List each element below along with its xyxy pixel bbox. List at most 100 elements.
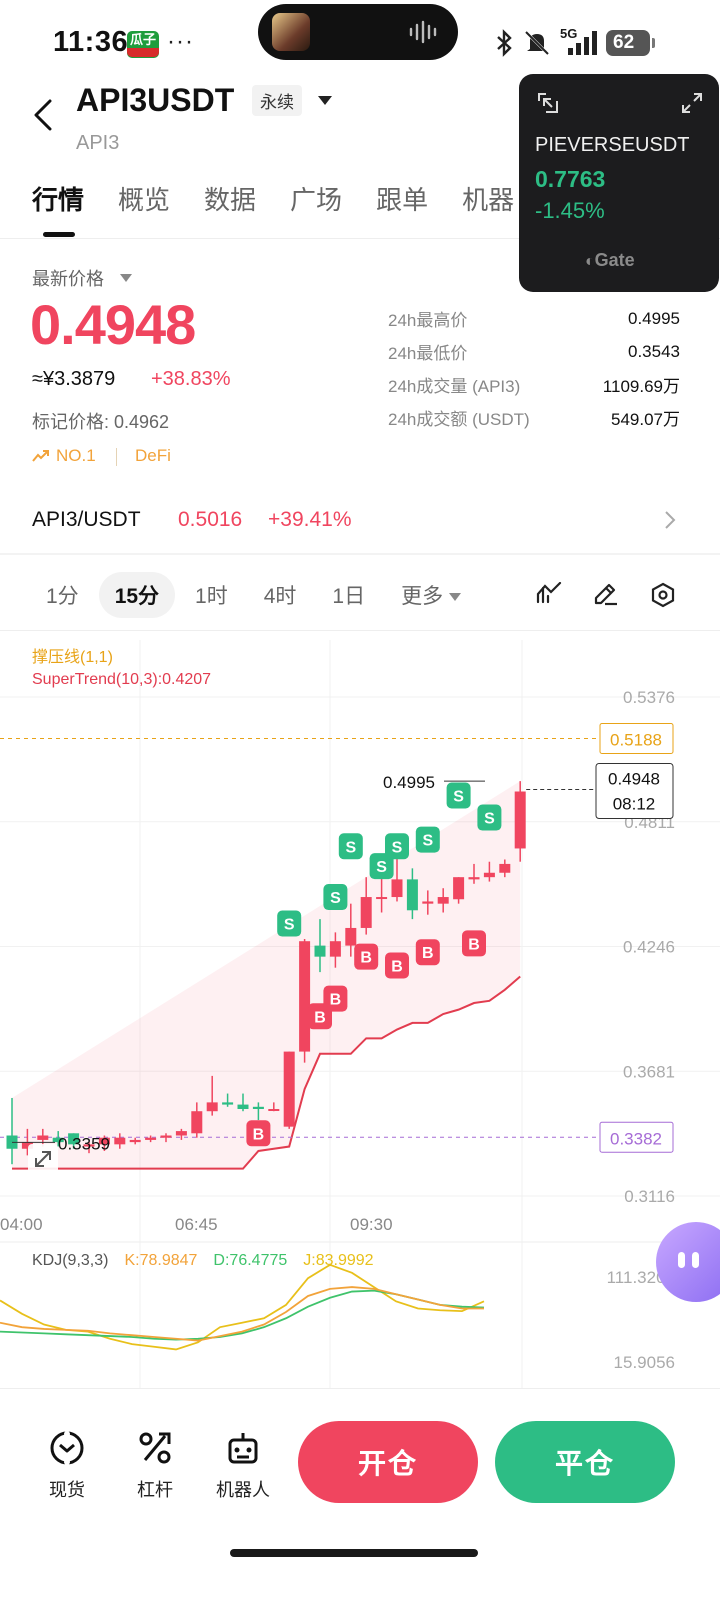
spot-nav-button[interactable]: 现货 — [32, 1428, 102, 1502]
stat-low: 24h最低价 0.3543 — [388, 335, 680, 368]
pair-dropdown-caret-icon[interactable] — [318, 96, 332, 105]
x-axis-tick: 09:30 — [350, 1215, 393, 1234]
tf-more-label: 更多 — [401, 585, 444, 608]
candle-body — [391, 879, 403, 898]
leverage-percent-icon — [139, 1432, 171, 1464]
floating-change: -1.45% — [535, 198, 605, 223]
pair-title[interactable]: API3USDT — [76, 82, 234, 119]
collapse-window-icon[interactable] — [537, 92, 559, 114]
trade-marker-label: S — [484, 811, 495, 828]
high-marker-label: 0.4995 — [383, 773, 435, 792]
candle-body — [175, 1131, 187, 1136]
stat-label: 24h最低价 — [388, 344, 468, 363]
tf-1d[interactable]: 1日 — [316, 572, 381, 618]
tab-square[interactable]: 广场 — [290, 180, 342, 217]
app-badge-icon: 瓜子 — [127, 31, 159, 58]
kdj-d-value: D:76.4775 — [213, 1252, 288, 1269]
rank-badge[interactable]: NO.1 — [32, 446, 96, 466]
candle-body — [437, 897, 449, 904]
price-type-caret-icon[interactable] — [120, 274, 132, 282]
kdj-label: KDJ(9,3,3) — [32, 1252, 109, 1269]
spot-pair-name: API3/USDT — [32, 508, 141, 531]
trade-marker-label: S — [392, 839, 403, 856]
tf-more-caret-icon — [449, 593, 462, 602]
floating-ticker-window[interactable]: PIEVERSEUSDT 0.7763 -1.45% ◐Gate — [519, 74, 719, 292]
tf-4h[interactable]: 4时 — [248, 572, 313, 618]
price-chart[interactable]: 0.53760.48110.42460.36810.311604:00 06:45… — [0, 630, 720, 1390]
leverage-nav-button[interactable]: 杠杆 — [120, 1428, 190, 1502]
candle-body — [160, 1135, 172, 1138]
tab-data[interactable]: 数据 — [204, 180, 256, 217]
main-tabs: 行情 概览 数据 广场 跟单 机器 — [32, 180, 514, 217]
gate-logo: ◐Gate — [585, 250, 635, 270]
candle-body — [268, 1109, 280, 1112]
draw-pencil-icon[interactable] — [593, 582, 619, 606]
candle-body — [360, 897, 372, 928]
tf-1h[interactable]: 1时 — [179, 572, 244, 618]
network-type: 5G — [560, 26, 578, 41]
chevron-right-icon[interactable] — [664, 510, 676, 530]
tf-1m[interactable]: 1分 — [30, 572, 95, 618]
close-position-button[interactable]: 平仓 — [495, 1421, 675, 1503]
spot-price: 0.5016 — [178, 508, 243, 531]
base-asset-label: API3 — [76, 132, 120, 154]
rank-text: NO.1 — [56, 446, 96, 465]
tab-bot[interactable]: 机器 — [462, 180, 514, 217]
y-axis-tick: 0.5376 — [623, 688, 675, 707]
stat-volume: 24h成交量 (API3) 1109.69万 — [388, 368, 680, 401]
support-resistance-indicator[interactable]: 撑压线(1,1) — [32, 643, 113, 667]
settings-hexagon-icon[interactable] — [650, 582, 676, 608]
floating-symbol: PIEVERSEUSDT — [535, 134, 690, 156]
stat-turnover: 24h成交额 (USDT) 549.07万 — [388, 401, 680, 434]
trade-marker-label: B — [422, 945, 434, 962]
tf-15m[interactable]: 15分 — [98, 572, 176, 618]
status-more-dots: ··· — [167, 28, 194, 55]
open-position-button[interactable]: 开仓 — [298, 1421, 478, 1503]
perpetual-tag: 永续 — [252, 85, 302, 116]
gate-brand-text: Gate — [594, 250, 635, 270]
trade-marker-label: B — [391, 958, 403, 975]
tab-market[interactable]: 行情 — [32, 180, 84, 217]
stat-value: 549.07万 — [611, 410, 680, 429]
y-axis-tick: 0.4246 — [623, 938, 675, 957]
timeframe-selector: 1分 15分 1时 4时 1日 更多 — [30, 572, 481, 618]
bot-nav-label: 机器人 — [216, 1480, 270, 1500]
leverage-nav-label: 杠杆 — [137, 1480, 173, 1500]
kdj-j-line — [0, 1263, 485, 1351]
candle-body — [422, 901, 434, 904]
home-indicator[interactable] — [230, 1549, 478, 1557]
candle-body — [345, 927, 357, 946]
signal-icon: 5G — [560, 26, 598, 56]
trade-marker-label: S — [345, 839, 356, 856]
tab-overview[interactable]: 概览 — [118, 180, 170, 217]
supertrend-indicator[interactable]: SuperTrend(10,3):0.4207 — [32, 671, 211, 689]
tf-more[interactable]: 更多 — [385, 572, 477, 618]
trade-marker-label: B — [314, 1009, 326, 1026]
tab-copy-trade[interactable]: 跟单 — [376, 180, 428, 217]
sector-tag[interactable]: DeFi — [135, 446, 171, 466]
trade-marker-label: S — [422, 833, 433, 850]
candle-body — [329, 941, 341, 957]
kdj-legend[interactable]: KDJ(9,3,3) K:78.9847 D:76.4775 J:83.9992 — [32, 1252, 374, 1270]
trade-marker-label: S — [453, 788, 464, 805]
active-tab-indicator — [43, 232, 75, 237]
tag-separator — [116, 448, 117, 466]
back-arrow-icon[interactable] — [32, 98, 54, 132]
expand-window-icon[interactable] — [681, 92, 703, 114]
indicator-icon[interactable] — [536, 582, 562, 604]
candle-body — [283, 1051, 295, 1127]
bottom-bar-divider — [0, 1388, 720, 1389]
resistance-label: 0.5188 — [610, 731, 662, 750]
spot-exchange-icon — [50, 1431, 84, 1465]
support-label: 0.3382 — [610, 1129, 662, 1148]
spot-change: +39.41% — [268, 508, 352, 531]
supertrend-fill — [12, 781, 521, 1169]
last-price-label[interactable]: 最新价格 — [32, 265, 104, 291]
bluetooth-icon — [497, 29, 512, 57]
bot-nav-button[interactable]: 机器人 — [208, 1428, 278, 1502]
candle-body — [299, 941, 311, 1052]
candle-body — [468, 877, 480, 880]
candle-body — [376, 897, 388, 900]
trade-marker-label: B — [253, 1126, 265, 1143]
candle-body — [237, 1104, 249, 1110]
